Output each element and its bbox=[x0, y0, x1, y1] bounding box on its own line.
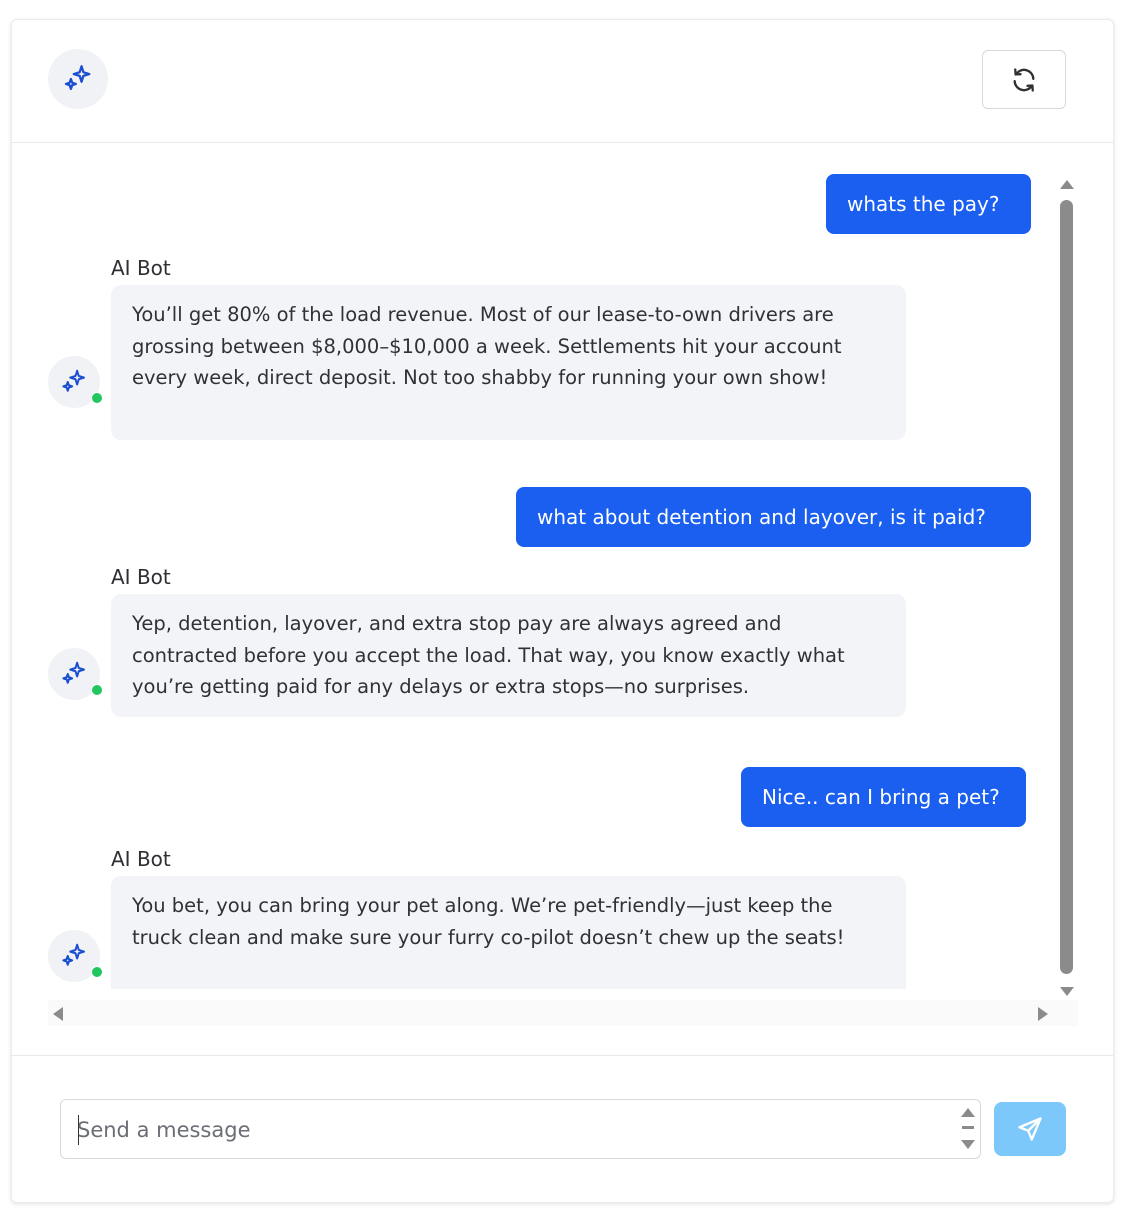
message-input-box[interactable] bbox=[60, 1099, 981, 1159]
refresh-button[interactable] bbox=[982, 50, 1066, 109]
bot-sender-name: AI Bot bbox=[111, 256, 171, 280]
send-icon bbox=[1018, 1117, 1042, 1141]
sparkles-icon bbox=[64, 65, 91, 91]
stepper-down-icon[interactable] bbox=[961, 1140, 975, 1149]
bot-message: You bet, you can bring your pet along. W… bbox=[111, 876, 906, 989]
scroll-left-icon[interactable] bbox=[53, 1007, 63, 1021]
stepper-grip-icon bbox=[962, 1126, 974, 1129]
message-list[interactable]: whats the pay? AI Bot You’ll get 80% of … bbox=[12, 144, 1052, 989]
online-status-dot bbox=[91, 966, 103, 978]
chat-header bbox=[12, 20, 1113, 143]
bot-avatar bbox=[48, 648, 103, 700]
message-input[interactable] bbox=[77, 1113, 947, 1147]
scrollbar-thumb[interactable] bbox=[1060, 200, 1073, 974]
input-scroll-stepper[interactable] bbox=[959, 1106, 977, 1154]
sparkles-icon bbox=[62, 943, 85, 966]
bot-sender-name: AI Bot bbox=[111, 565, 171, 589]
user-message: whats the pay? bbox=[826, 174, 1031, 234]
horizontal-scrollbar[interactable] bbox=[48, 1000, 1078, 1026]
user-message: what about detention and layover, is it … bbox=[516, 487, 1031, 547]
online-status-dot bbox=[91, 684, 103, 696]
scroll-up-icon[interactable] bbox=[1060, 180, 1074, 189]
send-button[interactable] bbox=[994, 1102, 1066, 1156]
chat-widget: whats the pay? AI Bot You’ll get 80% of … bbox=[11, 19, 1114, 1203]
scroll-right-icon[interactable] bbox=[1038, 1007, 1048, 1021]
text-cursor bbox=[78, 1115, 79, 1145]
online-status-dot bbox=[91, 392, 103, 404]
vertical-scrollbar[interactable] bbox=[1055, 178, 1079, 998]
sparkles-icon bbox=[62, 369, 85, 392]
bot-message: Yep, detention, layover, and extra stop … bbox=[111, 594, 906, 717]
bot-message: You’ll get 80% of the load revenue. Most… bbox=[111, 285, 906, 440]
user-message: Nice.. can I bring a pet? bbox=[741, 767, 1026, 827]
bot-sender-name: AI Bot bbox=[111, 847, 171, 871]
bot-avatar bbox=[48, 356, 103, 408]
sparkles-icon bbox=[62, 661, 85, 684]
refresh-icon bbox=[1013, 67, 1035, 92]
bot-avatar bbox=[48, 930, 103, 982]
stepper-up-icon[interactable] bbox=[961, 1108, 975, 1117]
scroll-down-icon[interactable] bbox=[1060, 987, 1074, 996]
bot-avatar-header bbox=[48, 49, 108, 109]
composer bbox=[12, 1055, 1113, 1202]
